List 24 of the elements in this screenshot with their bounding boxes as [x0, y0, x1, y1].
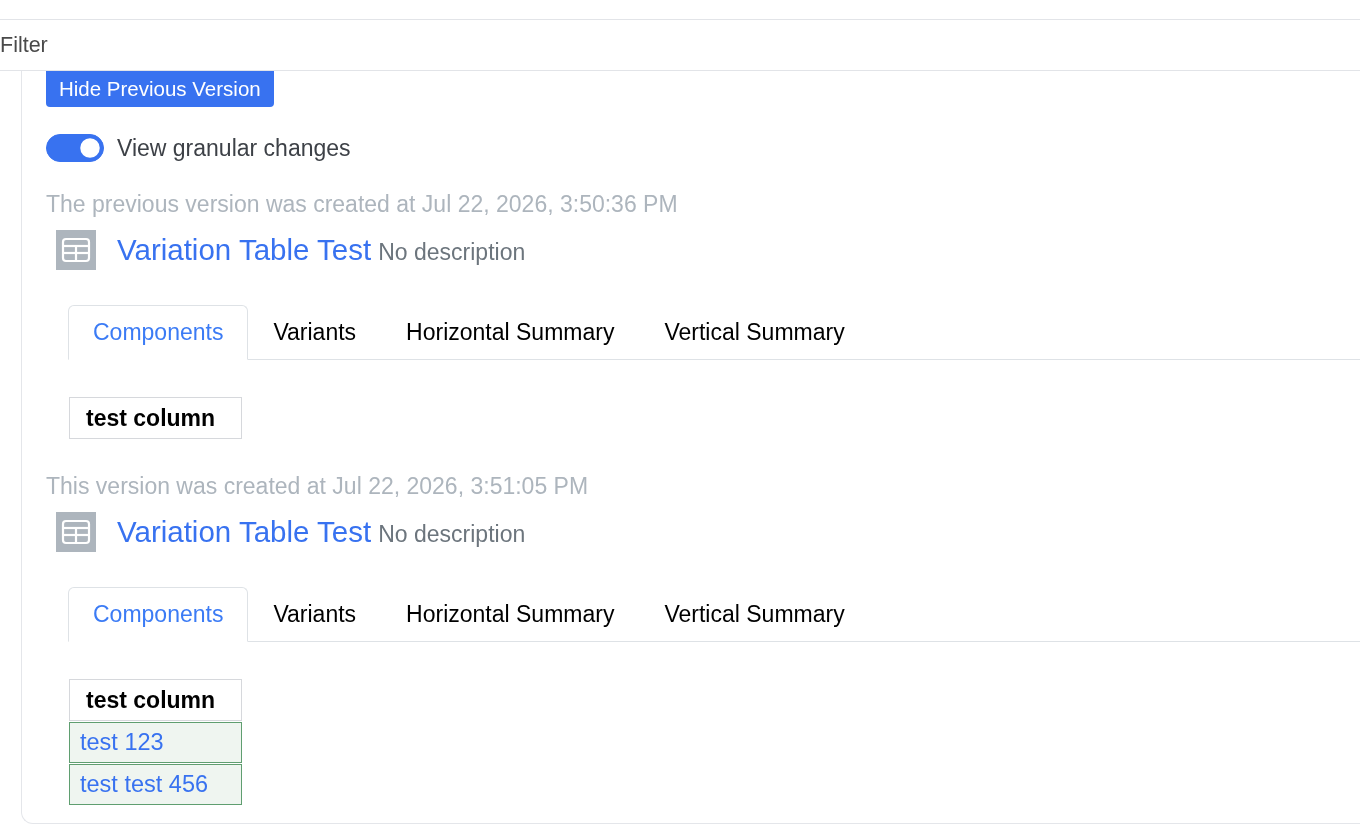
column-header: test column: [69, 397, 242, 439]
column-header: test column: [69, 679, 242, 721]
hide-previous-button[interactable]: Hide Previous Version: [46, 71, 274, 107]
created-note: The previous version was created at Jul 22, 2026, 3:50:36 PM: [46, 191, 679, 217]
filter-label: Filter: [0, 32, 48, 58]
tab[interactable]: Vertical Summary: [639, 587, 870, 642]
added-cell: test 123: [69, 722, 242, 763]
title-link[interactable]: Variation Table Test: [117, 515, 372, 549]
toggle-switch[interactable]: [46, 134, 104, 162]
added-cell: test test 456: [69, 764, 242, 805]
tab[interactable]: Components: [68, 305, 249, 360]
description-text: No description: [378, 239, 526, 265]
tab[interactable]: Horizontal Summary: [381, 305, 640, 360]
tab[interactable]: Vertical Summary: [639, 305, 870, 360]
table-icon: [56, 512, 96, 552]
created-note: This version was created at Jul 22, 2026, 3:51:05 PM: [46, 473, 590, 499]
tab[interactable]: Variants: [248, 587, 382, 642]
tab[interactable]: Components: [68, 587, 249, 642]
toggle-label: View granular changes: [117, 135, 351, 161]
description-text: No description: [378, 521, 526, 547]
tab[interactable]: Horizontal Summary: [381, 587, 640, 642]
tab[interactable]: Variants: [248, 305, 382, 360]
title-link[interactable]: Variation Table Test: [117, 233, 372, 267]
table-icon: [56, 230, 96, 270]
